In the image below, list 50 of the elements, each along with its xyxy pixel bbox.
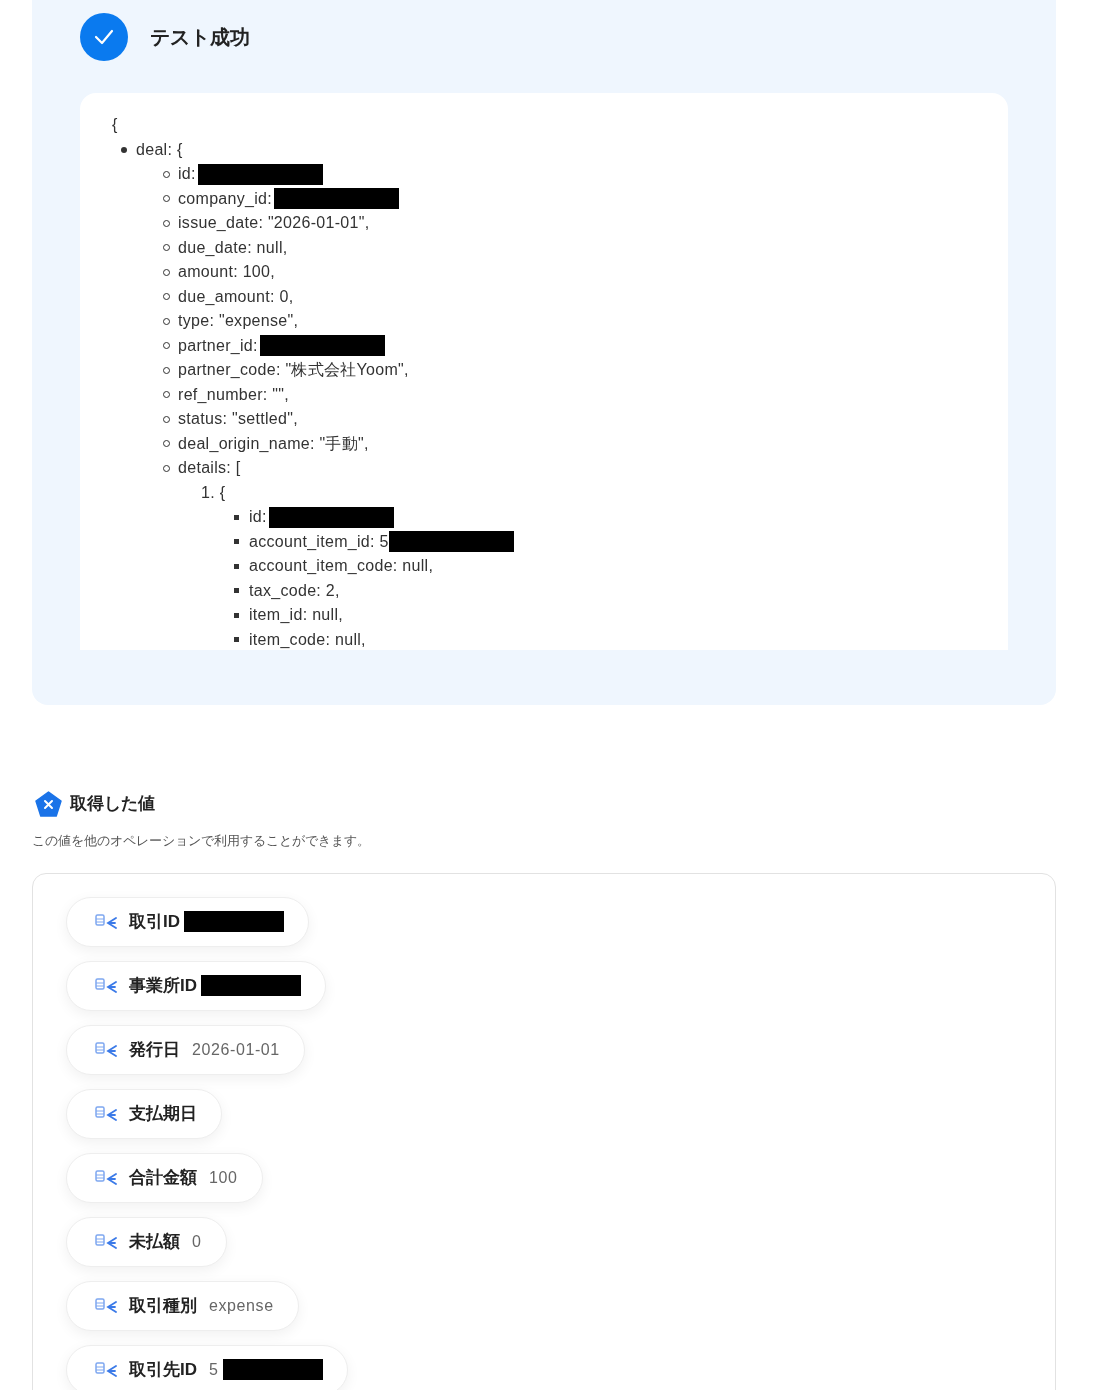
- value-chip[interactable]: 合計金額 100: [66, 1152, 263, 1203]
- value-chip[interactable]: 取引先ID 5: [66, 1344, 348, 1390]
- json-line: id:: [249, 507, 267, 528]
- database-arrow-icon: [95, 1168, 117, 1187]
- database-arrow-icon: [95, 1104, 117, 1123]
- json-line: account_item_code: null,: [249, 556, 434, 577]
- database-arrow-icon: [95, 1360, 117, 1379]
- json-line: details: [: [178, 458, 241, 479]
- json-line: ref_number: "",: [178, 384, 289, 405]
- json-line: amount: 100,: [178, 262, 275, 283]
- value-chip[interactable]: 取引種別 expense: [66, 1280, 299, 1331]
- database-arrow-icon: [95, 1040, 117, 1059]
- database-arrow-icon: [95, 1296, 117, 1315]
- value-chip[interactable]: 発行日 2026-01-01: [66, 1024, 305, 1075]
- bullet-icon: [121, 146, 127, 153]
- json-line: id:: [178, 164, 196, 185]
- value-chip[interactable]: 支払期日: [66, 1088, 222, 1139]
- json-line: account_item_id: 5: [249, 531, 389, 552]
- bullet-icon: [234, 539, 239, 545]
- json-line: company_id:: [178, 188, 273, 209]
- json-line: status: "settled",: [178, 409, 298, 430]
- bullet-icon: [234, 588, 239, 594]
- pentagon-logo-icon: [35, 791, 62, 817]
- value-chip[interactable]: 事業所ID: [66, 960, 326, 1011]
- json-line: {: [112, 115, 118, 136]
- json-line: issue_date: "2026-01-01",: [178, 213, 370, 234]
- json-line: item_code: null,: [249, 629, 366, 650]
- bullet-icon: [234, 514, 239, 520]
- check-icon: [80, 13, 128, 61]
- json-line: item_id: null,: [249, 605, 344, 626]
- json-line: type: "expense",: [178, 311, 299, 332]
- json-line: 1. {: [201, 482, 226, 503]
- value-chip[interactable]: 取引ID: [66, 896, 309, 947]
- json-line: deal_origin_name: "手動",: [178, 433, 369, 454]
- value-chip[interactable]: 未払額 0: [66, 1216, 227, 1267]
- section-description: この値を他のオペレーションで利用することができます。: [32, 832, 371, 850]
- json-line: tax_code: 2,: [249, 580, 340, 601]
- json-line: due_amount: 0,: [178, 286, 294, 307]
- bullet-icon: [234, 563, 239, 569]
- database-arrow-icon: [95, 976, 117, 995]
- json-line: partner_code: "株式会社Yoom",: [178, 360, 409, 381]
- json-line: due_date: null,: [178, 237, 288, 258]
- bullet-icon: [234, 637, 239, 643]
- section-title: 取得した値: [70, 793, 155, 816]
- bullet-icon: [234, 612, 239, 618]
- json-line: partner_id:: [178, 335, 258, 356]
- database-arrow-icon: [95, 912, 117, 931]
- json-line: deal: {: [136, 139, 183, 160]
- database-arrow-icon: [95, 1232, 117, 1251]
- result-title: テスト成功: [150, 25, 250, 50]
